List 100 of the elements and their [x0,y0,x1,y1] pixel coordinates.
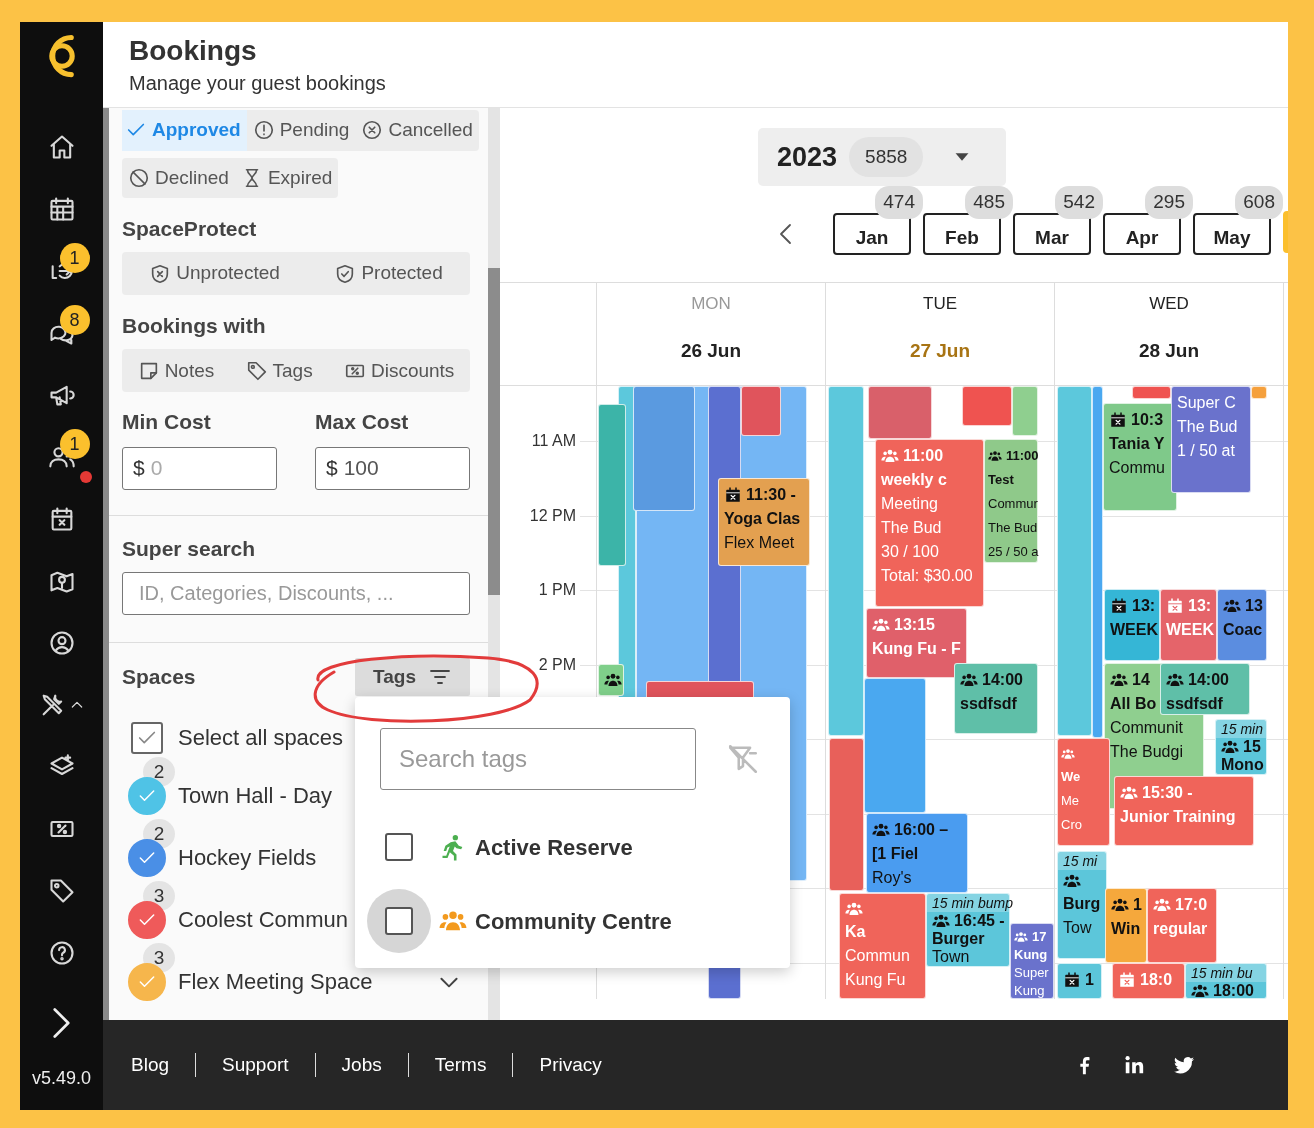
calendar-event[interactable]: 16:00 – [1 Fiel Roy's [866,813,968,893]
calendar-event[interactable]: 1 [1057,963,1102,999]
event-detail: Commun [845,946,910,966]
field-label: Max Cost [315,409,410,435]
space-name: Flex Meeting Space [178,967,373,996]
search-field[interactable]: ID, Categories, Discounts, ... [122,571,470,615]
day-name: MON [691,293,731,315]
footer-link[interactable]: Terms [408,1050,513,1080]
nav-users-button[interactable]: 1 [33,429,90,485]
filter-chip[interactable]: Pending [246,110,356,151]
count-badge: 474 [875,186,923,219]
checkbox[interactable] [131,721,163,754]
calendar-event[interactable]: 14:00 ssdfsdf [954,663,1038,734]
month-button[interactable]: Jan [833,213,911,255]
month-button[interactable]: May [1193,213,1271,255]
cost-field[interactable]: $ 0 [122,446,277,490]
event-title: Ka [845,922,866,942]
calendar-event[interactable]: 15 min 15 Mono [1215,719,1267,775]
event-title: Coac [1223,620,1263,640]
space-checkbox[interactable] [128,838,166,877]
event-title: Junior Training [1120,807,1236,827]
event-time: 17:0 [1175,895,1208,915]
social-link[interactable] [1123,1054,1145,1076]
event-time: 16:00 – [894,820,949,840]
footer-link[interactable]: Support [196,1050,315,1080]
day-name: TUE [923,293,957,315]
time-label: 11 AM [531,431,576,451]
help-icon [47,939,76,967]
event-title: Tania Y [1109,434,1165,454]
day-date: 26 Jun [680,338,742,363]
cost-input[interactable]: 100 [343,452,444,484]
month-button[interactable]: Feb [923,213,1001,255]
footer-link[interactable]: Jobs [315,1050,408,1080]
calendar-event[interactable]: 10:3 Tania Y Commu [1103,403,1177,511]
filter-chip[interactable]: Cancelled [355,110,479,151]
event-time: 11:00 [1006,447,1039,465]
month-button[interactable]: Apr [1103,213,1181,255]
filter-chip[interactable]: Declined [122,157,235,198]
count-badge: 295 [1145,186,1193,219]
calendar-event[interactable] [598,664,624,696]
filter-chip[interactable]: Notes [133,350,219,392]
tags-button[interactable]: Tags [355,657,470,696]
count-badge: 5858 [849,136,924,178]
space-name: Town Hall - Day [178,781,333,810]
year-selector[interactable]: 2023 5858 [758,128,1006,186]
count-badge: 8 [59,305,90,335]
twitter-icon [1173,1054,1195,1076]
event-detail: The Bud [988,519,1038,537]
filter-chip[interactable]: Tags [241,350,317,392]
nav-login-button[interactable]: 1 [33,243,90,299]
calendar-event[interactable]: Super C The Bud 1 / 50 at [1171,386,1251,493]
space-checkbox[interactable] [128,962,166,1001]
space-checkbox[interactable] [128,776,166,815]
space-checkbox[interactable] [128,900,166,939]
event-title: WEEK [1166,620,1214,640]
calendar-event[interactable]: 17 Kung Super Kung [1010,923,1054,999]
calendar-event[interactable]: 1 Win [1105,888,1147,963]
checkbox[interactable] [385,907,413,935]
filter-chip[interactable]: Unprotected [145,253,284,294]
cost-input[interactable]: 0 [150,452,251,484]
calendar-event[interactable]: 14:00 ssdfsdf [1160,663,1250,715]
event-time: 11:00 [903,446,944,466]
count-badge: 485 [965,186,1013,219]
event-title: Yoga Clas [724,509,801,529]
cost-field[interactable]: $ 100 [315,446,470,490]
tag-option[interactable]: Community Centre [475,904,672,938]
event-time: 10:3 [1131,410,1164,430]
event-title: Win [1111,919,1141,939]
month-button[interactable]: Mar [1013,213,1091,255]
tag-icon [245,359,268,382]
event-title: ssdfsdf [960,694,1017,714]
calendar-event[interactable]: 11:30 - Yoga Clas Flex Meet [718,478,810,566]
social-link[interactable] [1173,1054,1195,1076]
calendar-event[interactable]: 15 mi Burg Tow [1057,851,1107,959]
nav-chat-button[interactable]: 8 [33,305,90,361]
footer-link[interactable]: Privacy [513,1050,628,1080]
tag-option[interactable]: Active Reserve [475,830,633,864]
filter-chip[interactable]: Expired [234,157,339,198]
filter-chip[interactable]: Discounts [339,350,459,392]
linkedin-icon [1123,1054,1145,1076]
calendar-event[interactable]: 13 Coac [1217,589,1267,661]
filter-chip[interactable]: Protected [330,253,447,294]
event-title: We [1061,768,1081,786]
event-title: All Bo [1110,694,1157,714]
footer-link[interactable]: Blog [131,1050,196,1080]
event-detail: Commur [988,495,1038,513]
calendar-event[interactable]: 15 min bu 18:00 [1185,963,1267,999]
event-detail: Me [1061,792,1080,810]
event-time: 13:15 [894,615,935,635]
calendar-event[interactable]: 13: WEEK [1104,589,1160,661]
event-note: 15 min [1216,720,1266,738]
count-badge: 542 [1055,186,1103,219]
event-time: 18:00 [1213,982,1254,1000]
space-name: Hockey Fields [178,843,317,872]
search-field[interactable]: Search tags [380,728,696,790]
event-detail: The Bud [1177,417,1238,437]
checkbox[interactable] [385,833,413,861]
event-title: Mono [1221,756,1264,774]
version-label: v5.49.0 [31,1067,91,1090]
event-detail: Total: $30.00 [881,566,973,586]
